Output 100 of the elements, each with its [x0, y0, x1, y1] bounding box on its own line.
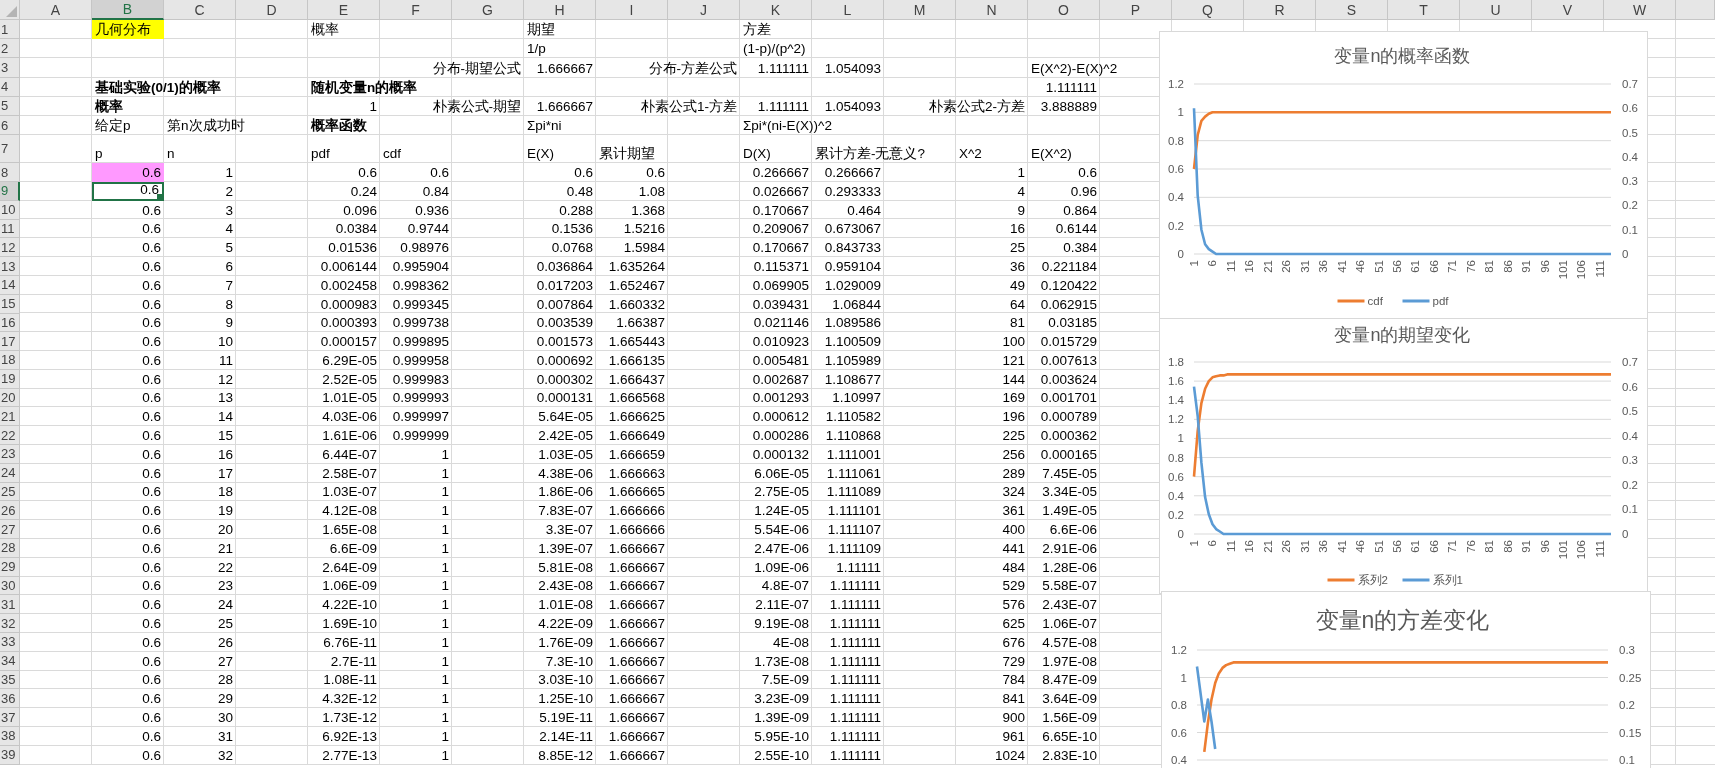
axis-label: 96 — [1538, 540, 1551, 553]
input-cell[interactable]: 0.6 — [92, 501, 164, 521]
column-header[interactable]: V — [1532, 0, 1604, 20]
column-header[interactable]: B — [92, 0, 164, 20]
column-header[interactable] — [1676, 0, 1715, 20]
input-cell[interactable]: 0.6 — [92, 426, 164, 446]
cell-text: 1.111111 — [829, 634, 881, 651]
column-header[interactable]: S — [1316, 0, 1388, 20]
axis-label: 0.15 — [1619, 726, 1642, 739]
input-cell[interactable]: 0.6 — [92, 313, 164, 333]
column-header[interactable]: Q — [1172, 0, 1244, 20]
input-cell[interactable]: 0.6 — [92, 332, 164, 352]
row-header[interactable]: 31 — [0, 595, 20, 615]
column-header[interactable]: H — [524, 0, 596, 20]
input-cell[interactable]: 0.6 — [92, 482, 164, 502]
cell-text: 0.6 — [142, 634, 161, 651]
selected-cell[interactable]: 0.6 — [92, 181, 164, 201]
row-header[interactable]: 32 — [0, 614, 20, 634]
input-cell[interactable]: 0.6 — [92, 294, 164, 314]
row-header[interactable]: 3 — [0, 58, 20, 78]
row-header[interactable]: 8 — [0, 163, 20, 182]
input-cell[interactable]: 0.6 — [92, 633, 164, 652]
column-header[interactable]: G — [452, 0, 524, 20]
input-cell[interactable]: 0.6 — [92, 557, 164, 577]
input-cell[interactable]: 0.6 — [92, 445, 164, 464]
cell-text: 累计期望 — [599, 146, 655, 163]
row-header[interactable]: 37 — [0, 708, 20, 728]
input-cell[interactable]: 0.6 — [92, 463, 164, 483]
column-header[interactable]: T — [1388, 0, 1460, 20]
input-cell[interactable]: 0.6 — [92, 651, 164, 671]
input-cell[interactable]: 0.6 — [92, 369, 164, 389]
column-header[interactable]: E — [308, 0, 380, 20]
cell-text: E(X) — [527, 146, 554, 163]
cell-text: 1 — [441, 446, 449, 463]
input-cell[interactable]: 0.6 — [92, 388, 164, 408]
row-header[interactable]: 6 — [0, 115, 20, 136]
cell-text: 1.105989 — [824, 352, 881, 369]
input-cell[interactable]: 0.6 — [92, 595, 164, 615]
row-header[interactable]: 36 — [0, 689, 20, 709]
input-cell[interactable]: 0.6 — [92, 614, 164, 634]
row-header[interactable]: 2 — [0, 39, 20, 59]
axis-label: 101 — [1557, 260, 1570, 280]
column-header[interactable]: U — [1460, 0, 1532, 20]
column-header[interactable]: W — [1604, 0, 1676, 20]
column-header[interactable]: D — [236, 0, 308, 20]
input-cell[interactable]: 0.6 — [92, 275, 164, 295]
row-header[interactable]: 26 — [0, 501, 20, 521]
column-header[interactable]: I — [596, 0, 668, 20]
input-cell[interactable]: 0.6 — [92, 163, 164, 182]
row-header[interactable]: 12 — [0, 238, 20, 258]
input-cell[interactable]: 0.6 — [92, 670, 164, 690]
row-header[interactable]: 22 — [0, 426, 20, 446]
cell-text: 0.6 — [142, 653, 161, 670]
axis-label: 111 — [1593, 260, 1606, 278]
row-header[interactable]: 23 — [0, 445, 20, 464]
row-header[interactable]: 33 — [0, 633, 20, 652]
column-header[interactable]: A — [20, 0, 92, 20]
column-header[interactable]: J — [668, 0, 740, 20]
row-header[interactable]: 17 — [0, 332, 20, 352]
cell-text: 1.56E-09 — [1042, 710, 1097, 727]
row-header[interactable]: 28 — [0, 539, 20, 558]
axis-label: 76 — [1464, 260, 1477, 273]
input-cell[interactable]: 0.6 — [92, 708, 164, 728]
row-header[interactable]: 13 — [0, 257, 20, 276]
input-cell[interactable]: 0.6 — [92, 219, 164, 239]
input-cell[interactable]: 0.6 — [92, 727, 164, 746]
column-header[interactable]: R — [1244, 0, 1316, 20]
row-header[interactable]: 7 — [0, 135, 20, 164]
row-header[interactable]: 1 — [0, 20, 20, 40]
row-header[interactable]: 38 — [0, 727, 20, 746]
row-header[interactable]: 5 — [0, 96, 20, 116]
input-cell[interactable]: 0.6 — [92, 238, 164, 258]
cell-text: 1 — [441, 691, 449, 708]
select-all-icon[interactable] — [6, 6, 17, 17]
row-header[interactable]: 21 — [0, 407, 20, 427]
row-header[interactable]: 27 — [0, 520, 20, 540]
column-header[interactable]: L — [812, 0, 884, 20]
column-header[interactable]: C — [164, 0, 236, 20]
input-cell[interactable]: 0.6 — [92, 576, 164, 596]
column-header[interactable]: M — [884, 0, 956, 20]
cell-text: 1.054093 — [824, 98, 881, 115]
input-cell[interactable]: 0.6 — [92, 257, 164, 276]
column-header[interactable]: P — [1100, 0, 1172, 20]
input-cell[interactable]: 0.6 — [92, 520, 164, 540]
cell-text: 0.6 — [142, 390, 161, 407]
column-header[interactable]: F — [380, 0, 452, 20]
input-cell[interactable]: 0.6 — [92, 351, 164, 370]
input-cell[interactable]: 0.6 — [92, 689, 164, 709]
input-cell[interactable]: 0.6 — [92, 200, 164, 220]
row-header[interactable]: 18 — [0, 351, 20, 370]
input-cell[interactable]: 0.6 — [92, 539, 164, 558]
column-header[interactable]: N — [956, 0, 1028, 20]
cell-text: 1.111111 — [829, 710, 881, 727]
axis-label: 1 — [1177, 432, 1184, 445]
column-header[interactable]: O — [1028, 0, 1100, 20]
column-header[interactable]: K — [740, 0, 812, 20]
cell-text: 0.864 — [1063, 202, 1097, 219]
row-header[interactable]: 4 — [0, 77, 20, 97]
input-cell[interactable]: 0.6 — [92, 745, 164, 765]
input-cell[interactable]: 0.6 — [92, 407, 164, 427]
